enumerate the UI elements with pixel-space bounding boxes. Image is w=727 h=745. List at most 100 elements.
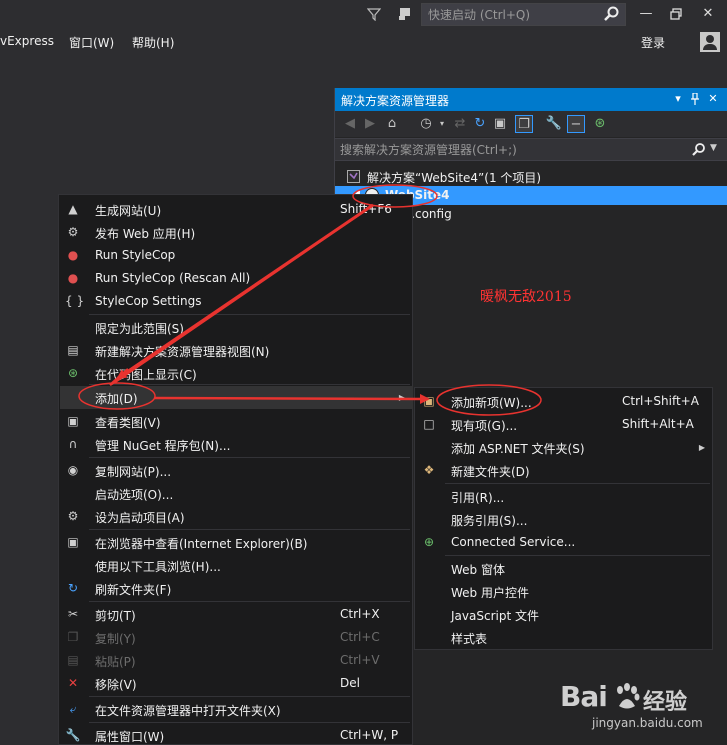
wrench-icon[interactable]: 🔧 [545,115,563,133]
sync-icon[interactable]: ⇄ [451,115,469,133]
context-menu-item[interactable]: ↻ 刷新文件夹(F) [60,577,413,600]
context-menu-item[interactable]: ▲ 生成网站(U) Shift+F6 [60,198,413,221]
stylecop-rescan-icon: ● [67,271,79,285]
add-submenu-item-shortcut: Ctrl+Shift+A [622,394,699,408]
context-menu-item[interactable]: ❐ 复制(Y) Ctrl+C [60,626,413,649]
add-submenu-item-label: 添加新项(W)... [451,396,532,410]
class-view-icon[interactable]: ⊛ [591,115,609,133]
refresh-icon[interactable]: ↻ [471,115,489,133]
context-menu-item[interactable]: ● Run StyleCop (Rescan All) [60,267,413,290]
context-menu-item[interactable]: 添加(D) ▶ [60,386,413,409]
preview-icon[interactable]: − [567,115,585,133]
sign-in-link[interactable]: 登录 [641,34,665,51]
paste-icon: ▤ [67,653,79,667]
solution-search-box[interactable]: ▼ [335,138,727,161]
context-menu-item-label: 在文件资源管理器中打开文件夹(X) [95,704,281,718]
context-menu-item-label: 启动选项(O)... [95,488,174,502]
add-submenu-item[interactable]: 样式表 [416,626,713,649]
filter-icon[interactable] [364,4,384,24]
add-submenu-item[interactable]: 引用(R)... [416,485,713,508]
add-submenu-item[interactable]: Web 用户控件 [416,580,713,603]
context-menu-item[interactable]: ✕ 移除(V) Del [60,672,413,695]
add-submenu-item[interactable]: ⊕ Connected Service... [416,531,713,554]
connected-service-icon: ⊕ [423,535,435,549]
wrench-icon: 🔧 [65,728,81,742]
menu-help[interactable]: 帮助(H) [132,34,174,52]
submenu-arrow-icon: ▶ [398,393,405,402]
code-map-icon: ⊛ [67,366,79,380]
add-submenu-item[interactable]: 服务引用(S)... [416,508,713,531]
add-submenu-item[interactable]: Web 窗体 [416,557,713,580]
context-menu-item[interactable]: ✂ 剪切(T) Ctrl+X [60,603,413,626]
dropdown-icon[interactable]: ▾ [670,91,686,107]
search-icon[interactable] [603,5,621,23]
context-menu-item[interactable]: ⤶ 在文件资源管理器中打开文件夹(X) [60,698,413,721]
minimize-icon[interactable]: — [632,2,660,26]
publish-icon: ⚙ [67,225,79,239]
context-menu-item-shortcut: Del [340,676,360,690]
context-menu-item[interactable]: ▤ 粘贴(P) Ctrl+V [60,649,413,672]
add-submenu-item[interactable]: □ 现有项(G)... Shift+Alt+A [416,413,713,436]
context-menu-item[interactable]: 🔧 属性窗口(W) Ctrl+W, P [60,724,413,745]
add-submenu-item[interactable]: ▣ 添加新项(W)... Ctrl+Shift+A [416,390,713,413]
project-context-menu: ▲ 生成网站(U) Shift+F6 ⚙ 发布 Web 应用(H) ● Run StyleC… [58,194,413,745]
close-icon[interactable]: ✕ [694,2,722,26]
context-menu-item-label: 管理 NuGet 程序包(N)... [95,439,231,453]
menu-window[interactable]: 窗口(W) [69,34,114,52]
context-menu-item[interactable]: ● Run StyleCop [60,244,413,267]
add-submenu-item-shortcut: Shift+Alt+A [622,417,694,431]
close-panel-icon[interactable]: ✕ [705,91,721,107]
menu-separator [445,483,710,484]
search-options-icon[interactable]: ▼ [710,143,717,153]
context-menu-item[interactable]: ∩ 管理 NuGet 程序包(N)... [60,433,413,456]
annotation-author-text: 暖枫无敌2015 [480,289,572,305]
pin-icon[interactable] [687,91,703,107]
context-menu-item[interactable]: ⊛ 在代码图上显示(C) [60,362,413,385]
context-menu-item-label: 限定为此范围(S) [95,322,184,336]
solution-search-input[interactable] [340,142,680,158]
notification-icon[interactable] [395,4,415,24]
avatar[interactable] [700,32,720,52]
solution-explorer-toolbar: ◀ ▶ ⌂ ◷ ▾ ⇄ ↻ ▣ ❐ 🔧 − ⊛ [335,111,727,137]
context-menu-item-label: 移除(V) [95,678,137,692]
context-menu-item-label: Run StyleCop [95,248,176,262]
context-menu-item-label: Run StyleCop (Rescan All) [95,271,251,285]
add-submenu: ▣ 添加新项(W)... Ctrl+Shift+A □ 现有项(G)... Shift+A… [414,387,713,650]
add-submenu-item[interactable]: 添加 ASP.NET 文件夹(S) ▶ [416,436,713,459]
search-icon[interactable] [691,142,707,158]
history-dropdown-icon[interactable]: ▾ [433,115,451,133]
context-menu-item[interactable]: 启动选项(O)... [60,482,413,505]
new-view-icon: ▤ [67,343,79,357]
add-submenu-item[interactable]: JavaScript 文件 [416,603,713,626]
quick-launch-input[interactable] [428,6,598,23]
forward-icon[interactable]: ▶ [361,115,379,133]
context-menu-item-label: StyleCop Settings [95,294,202,308]
context-menu-item[interactable]: { } StyleCop Settings [60,290,413,313]
add-submenu-item[interactable]: ❖ 新建文件夹(D) [416,459,713,482]
restore-icon[interactable] [662,2,690,26]
context-menu-item[interactable]: ⚙ 设为启动项目(A) [60,505,413,528]
context-menu-item[interactable]: 使用以下工具浏览(H)... [60,554,413,577]
solution-explorer-header: 解决方案资源管理器 ▾ ✕ [335,88,727,111]
home-icon[interactable]: ⌂ [383,115,401,133]
back-icon[interactable]: ◀ [341,115,359,133]
menu-separator [89,457,410,458]
menu-separator [89,384,410,385]
context-menu-item[interactable]: ⚙ 发布 Web 应用(H) [60,221,413,244]
context-menu-item-label: 生成网站(U) [95,204,162,218]
context-menu-item[interactable]: 限定为此范围(S) [60,316,413,339]
menu-devexpress[interactable]: vExpress [0,34,54,52]
collapse-all-icon[interactable]: ▣ [491,115,509,133]
context-menu-item[interactable]: ▣ 查看类图(V) [60,410,413,433]
context-menu-item[interactable]: ◉ 复制网站(P)... [60,459,413,482]
tree-item-solution[interactable]: 解决方案“WebSite4”(1 个项目) [335,167,727,186]
menu-separator [445,555,710,556]
context-menu-item[interactable]: ▤ 新建解决方案资源管理器视图(N) [60,339,413,362]
context-menu-item[interactable]: ▣ 在浏览器中查看(Internet Explorer)(B) [60,531,413,554]
copy-website-icon: ◉ [67,463,79,477]
context-menu-item-label: 添加(D) [95,392,138,406]
quick-launch-box[interactable] [421,3,626,26]
context-menu-item-shortcut: Ctrl+V [340,653,380,667]
show-all-files-icon[interactable]: ❐ [515,115,533,133]
add-submenu-item-label: 添加 ASP.NET 文件夹(S) [451,442,585,456]
